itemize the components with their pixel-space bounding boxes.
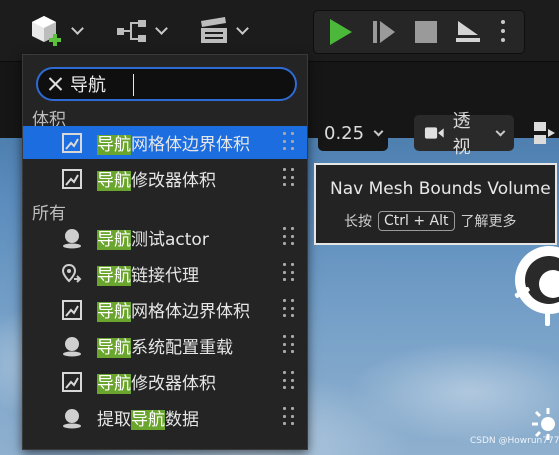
snap-value: 0.25 — [324, 122, 365, 144]
menu-item-label: 导航系统配置重载 — [97, 338, 233, 358]
menu-item-navigation-test-actor[interactable]: 导航测试actor — [23, 221, 307, 254]
step-forward-icon — [373, 21, 395, 43]
menu-item-nav-mesh-bounds-volume[interactable]: 导航网格体边界体积 — [23, 126, 307, 159]
volume-icon — [62, 133, 82, 153]
play-icon — [330, 19, 352, 45]
menu-item-label: 导航测试actor — [97, 230, 209, 250]
volume-icon — [62, 169, 82, 189]
menu-item-label: 导航网格体边界体积 — [97, 135, 250, 155]
menu-item-label: 提取导航数据 — [97, 410, 199, 430]
place-actor-menu: 体积 导航网格体边界体积 导航修改器体积 所有 导航测试actor 导航链接 — [22, 54, 308, 450]
stop-button[interactable] — [406, 11, 446, 53]
text-cursor — [133, 74, 134, 96]
volume-icon — [62, 300, 82, 320]
stop-icon — [415, 21, 437, 43]
shortcut-key: Ctrl + Alt — [378, 211, 455, 231]
camera-icon — [424, 127, 444, 139]
play-button[interactable] — [320, 11, 360, 53]
chevron-down-icon — [495, 126, 506, 136]
blueprint-nodes-icon — [117, 20, 146, 42]
chevron-down-icon — [236, 22, 249, 35]
drag-handle-icon[interactable] — [283, 263, 295, 283]
add-actor-button[interactable] — [30, 10, 84, 52]
menu-item-label: 导航网格体边界体积 — [97, 302, 250, 322]
actor-icon — [63, 409, 81, 429]
drag-handle-icon[interactable] — [283, 168, 295, 188]
menu-item-label: 导航修改器体积 — [97, 171, 216, 191]
volume-icon — [62, 372, 82, 392]
item-tooltip: Nav Mesh Bounds Volume 长按 Ctrl + Alt 了解更… — [314, 163, 557, 245]
watermark: CSDN @Howrun777 — [470, 436, 559, 446]
main-toolbar — [0, 0, 559, 62]
clapperboard-icon — [201, 17, 227, 43]
menu-item-nav-modifier-volume-all[interactable]: 导航修改器体积 — [23, 365, 307, 398]
view-mode-dropdown[interactable]: 透视 — [414, 111, 514, 158]
nav-link-icon — [61, 263, 82, 283]
drag-handle-icon[interactable] — [283, 371, 295, 391]
cinematics-button[interactable] — [199, 10, 249, 52]
search-input[interactable] — [66, 69, 295, 99]
chevron-down-icon — [373, 126, 384, 136]
snap-value-dropdown[interactable]: 0.25 — [318, 115, 389, 151]
menu-item-nav-mesh-bounds-volume-all[interactable]: 导航网格体边界体积 — [23, 293, 307, 326]
eject-button[interactable] — [448, 11, 488, 53]
eject-icon — [456, 21, 480, 42]
menu-item-nav-system-config-override[interactable]: 导航系统配置重载 — [23, 329, 307, 362]
blueprint-button[interactable] — [116, 10, 168, 52]
menu-item-label: 导航链接代理 — [97, 266, 199, 286]
tooltip-hold-label: 长按 — [344, 214, 372, 230]
tooltip-title: Nav Mesh Bounds Volume — [330, 179, 551, 199]
view-mode-label: 透视 — [452, 111, 471, 158]
chevron-down-icon — [155, 22, 168, 35]
more-vertical-icon[interactable] — [494, 14, 512, 48]
tooltip-more-label: 了解更多 — [460, 214, 517, 230]
viewport-layout-icon[interactable] — [532, 120, 556, 150]
drag-handle-icon[interactable] — [283, 335, 295, 355]
step-button[interactable] — [364, 11, 404, 53]
drag-handle-icon[interactable] — [283, 299, 295, 319]
drag-handle-icon[interactable] — [283, 407, 295, 427]
cube-add-icon — [32, 16, 61, 46]
search-box[interactable] — [36, 67, 297, 101]
menu-item-nav-link-proxy[interactable]: 导航链接代理 — [23, 257, 307, 290]
actor-icon — [63, 229, 81, 249]
menu-item-label: 导航修改器体积 — [97, 374, 216, 394]
actor-icon — [63, 337, 81, 357]
drag-handle-icon[interactable] — [283, 227, 295, 247]
tooltip-hint: 长按 Ctrl + Alt 了解更多 — [344, 211, 517, 231]
clear-search-icon[interactable] — [38, 69, 66, 99]
directional-light-icon — [514, 246, 559, 326]
drag-handle-icon[interactable] — [283, 132, 295, 152]
menu-item-nav-modifier-volume[interactable]: 导航修改器体积 — [23, 162, 307, 195]
menu-item-nav-data-chunk[interactable]: 提取导航数据 — [23, 401, 307, 434]
chevron-down-icon — [71, 22, 84, 35]
